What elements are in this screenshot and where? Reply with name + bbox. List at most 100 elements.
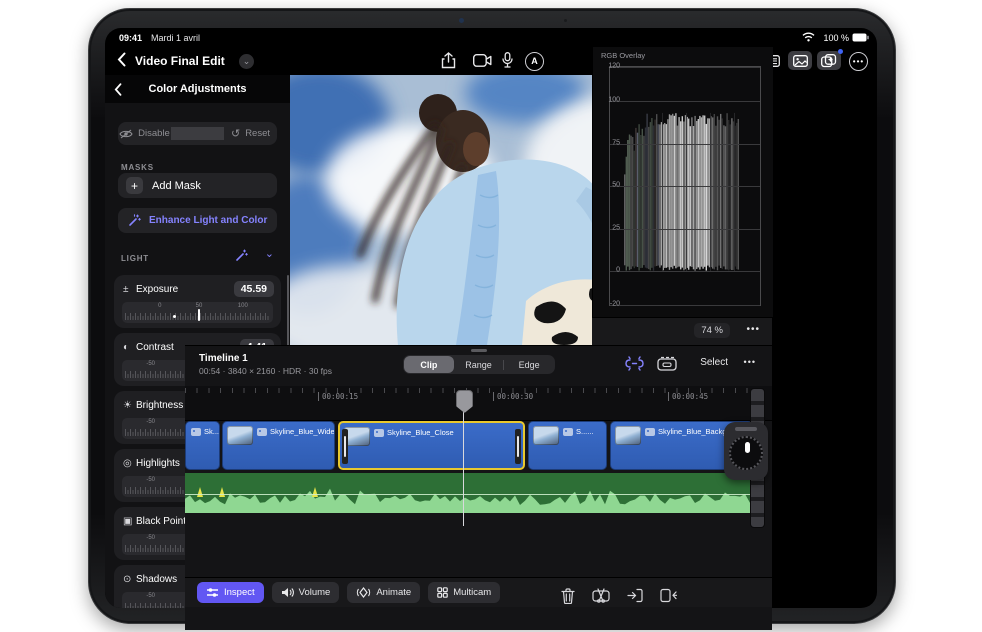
light-collapse-chevron-icon[interactable]: ⌄ <box>265 247 274 260</box>
blade-icon[interactable] <box>592 588 610 604</box>
slider-ruler[interactable]: 050100 <box>122 302 273 323</box>
jog-dial[interactable] <box>729 436 763 470</box>
media-icon[interactable] <box>788 51 812 70</box>
reset-button[interactable]: ↺ Reset <box>224 122 277 145</box>
select-label[interactable]: Select <box>700 357 728 368</box>
audio-waveform <box>185 473 765 513</box>
jog-grip[interactable] <box>735 427 757 431</box>
scope-axis-label: -20 <box>610 301 620 308</box>
status-bar: 09:41 Mardi 1 avril 100 % <box>105 28 877 48</box>
viewer-zoom-level[interactable]: 74 % <box>694 323 730 338</box>
scope-waveform <box>610 67 758 303</box>
clip-thumbnail <box>615 426 641 445</box>
brightness-icon: ☀ <box>123 400 136 411</box>
camera-icon[interactable] <box>473 54 492 67</box>
timeline-actions <box>561 588 677 604</box>
scope-gridline <box>610 144 760 145</box>
light-section-label: LIGHT <box>121 254 149 263</box>
inspect-button[interactable]: Inspect <box>197 582 264 603</box>
mode-clip[interactable]: Clip <box>404 356 454 373</box>
more-icon[interactable]: ••• <box>849 52 868 71</box>
clip-skyline_blue_wide[interactable]: Skyline_Blue_Wide <box>222 421 335 470</box>
share-icon[interactable] <box>441 52 456 69</box>
timeline-resize-handle[interactable] <box>471 349 487 352</box>
status-time: 09:41 <box>119 33 142 43</box>
jog-pointer <box>745 442 750 453</box>
ruler-tick-label: -50 <box>146 477 155 483</box>
scope-gridline <box>610 229 760 230</box>
animate-icon <box>356 587 371 598</box>
project-title[interactable]: Video Final Edit <box>135 54 225 68</box>
clip-s-[interactable]: S...... <box>528 421 607 470</box>
project-menu-chevron-icon[interactable]: ⌄ <box>239 54 254 69</box>
scope-gridline <box>610 186 760 187</box>
smart-tools-icon[interactable] <box>624 356 645 371</box>
ruler-tick-label: -50 <box>146 419 155 425</box>
clip-label: Skyline_Blue_Close <box>374 428 454 437</box>
voiceover-icon[interactable]: A <box>525 52 544 71</box>
screen-corner-highlight <box>956 604 982 632</box>
tool-label: Volume <box>299 587 331 598</box>
segment-divider <box>171 127 224 140</box>
edit-mode-segment: ClipRangeEdge <box>403 355 555 374</box>
ruler-tick-label: -50 <box>146 535 155 541</box>
effects-icon[interactable] <box>817 51 841 70</box>
clip-media-icon <box>645 428 655 436</box>
slider-exposure[interactable]: ± Exposure 45.59 050100 <box>114 275 281 328</box>
animate-button[interactable]: Animate <box>347 582 420 603</box>
scope-axis-label: 25 <box>612 224 620 231</box>
mode-range[interactable]: Range <box>454 356 504 373</box>
slider-thumb[interactable] <box>198 309 200 321</box>
add-mask-label: Add Mask <box>152 180 201 192</box>
reset-label: Reset <box>245 128 270 139</box>
status-date: Mardi 1 avril <box>151 33 200 43</box>
timeline-audio-track[interactable] <box>185 473 765 513</box>
insert-icon[interactable] <box>627 588 643 604</box>
scope-axis-label: 50 <box>612 182 620 189</box>
delete-icon[interactable] <box>561 588 575 604</box>
viewer-more-icon[interactable]: ••• <box>746 324 760 335</box>
clip-media-icon <box>257 428 267 436</box>
viewer-options-bar: 74 % ••• <box>592 317 772 346</box>
clip-thumbnail <box>533 426 559 445</box>
mic-icon[interactable] <box>502 52 513 68</box>
battery-percent: 100 % <box>823 33 849 43</box>
volume-line[interactable] <box>185 494 765 495</box>
black-point-icon: ▣ <box>123 516 136 527</box>
jog-wheel[interactable] <box>724 422 768 480</box>
clip-skyline_blue_close[interactable]: Skyline_Blue_Close <box>338 421 525 470</box>
slider-value[interactable]: 45.59 <box>234 281 274 297</box>
select-tool-icon[interactable] <box>657 356 677 371</box>
enhance-label: Enhance Light and Color <box>149 215 267 226</box>
slider-label: Exposure <box>136 284 234 295</box>
tool-label: Multicam <box>453 587 491 598</box>
multicam-button[interactable]: Multicam <box>428 582 500 603</box>
trim-handle-left[interactable] <box>342 429 348 464</box>
sensor-dot <box>564 19 567 22</box>
mode-edge[interactable]: Edge <box>504 356 554 373</box>
masks-section-label: MASKS <box>121 163 154 172</box>
panel-back-icon[interactable] <box>105 83 131 96</box>
inspect-icon <box>206 587 219 598</box>
disable-button[interactable]: Disable <box>118 122 171 145</box>
timeline-ruler[interactable]: 00:00:1500:00:3000:00:45 <box>185 386 772 421</box>
effects-badge <box>838 49 843 54</box>
clip-sk-[interactable]: Sk...... <box>185 421 220 470</box>
overwrite-icon[interactable] <box>660 588 677 604</box>
timeline-title: Timeline 1 <box>199 353 248 364</box>
trim-handle-right[interactable] <box>515 429 521 464</box>
scope-gridline <box>610 305 760 306</box>
timeline-more-icon[interactable]: ••• <box>744 357 756 367</box>
add-mask-button[interactable]: + Add Mask <box>118 173 277 198</box>
enhance-button[interactable]: Enhance Light and Color <box>118 208 277 233</box>
disable-label: Disable <box>138 128 170 139</box>
light-wand-icon[interactable] <box>235 249 248 262</box>
back-icon[interactable] <box>117 52 126 67</box>
timeline-clips-track: Sk...... Skyline_Blue_Wide Skyline_Blue_… <box>185 421 772 470</box>
clip-media-icon <box>191 428 201 436</box>
ruler-tick-label: -50 <box>146 361 155 367</box>
tool-label: Inspect <box>224 587 255 598</box>
disable-reset-segment: Disable ↺ Reset <box>118 122 277 145</box>
volume-button[interactable]: Volume <box>272 582 340 603</box>
ruler-tick-label: 100 <box>238 303 248 309</box>
